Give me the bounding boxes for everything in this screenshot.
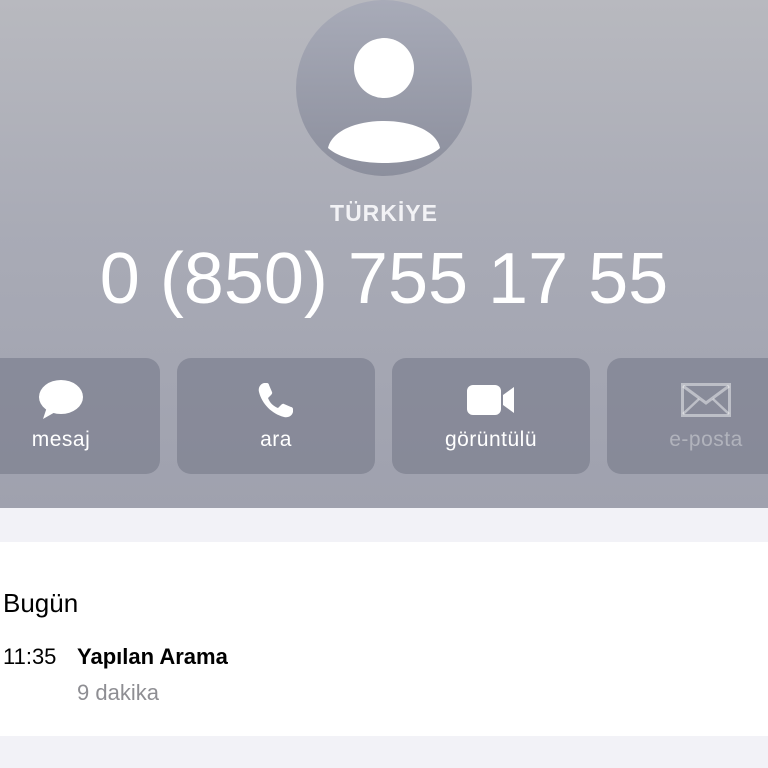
call-entry-time: 11:35: [3, 644, 57, 669]
call-entry-duration: 9 dakika: [77, 680, 159, 705]
call-button-label: ara: [260, 428, 292, 451]
person-silhouette-icon: [328, 38, 440, 163]
message-button-label: mesaj: [31, 428, 91, 451]
bottom-background: [0, 736, 768, 768]
call-history-card: Bugün 11:35 Yapılan Arama 9 dakika: [0, 542, 768, 736]
envelope-icon: [681, 383, 731, 417]
contact-header: TÜRKİYE 0 (850) 755 17 55 mesaj ara görü…: [0, 0, 768, 508]
email-button-label: e-posta: [669, 428, 743, 451]
call-entry-type: Yapılan Arama: [77, 644, 228, 669]
phone-icon: [258, 383, 293, 418]
video-call-button-label: görüntülü: [444, 428, 538, 451]
video-call-button[interactable]: görüntülü: [392, 358, 590, 474]
contact-detail-screen: TÜRKİYE 0 (850) 755 17 55 mesaj ara görü…: [0, 0, 768, 768]
section-separator: [0, 508, 768, 542]
call-history-date-header: Bugün: [3, 588, 79, 618]
contact-avatar: [296, 0, 472, 176]
action-buttons-row: mesaj ara görüntülü e-posta: [0, 358, 768, 474]
contact-country-label: TÜRKİYE: [330, 200, 438, 226]
video-camera-icon: [467, 385, 514, 415]
message-bubble-icon: [39, 380, 83, 419]
email-button[interactable]: e-posta: [607, 358, 768, 474]
message-button[interactable]: mesaj: [0, 358, 160, 474]
call-button[interactable]: ara: [177, 358, 375, 474]
contact-phone-number[interactable]: 0 (850) 755 17 55: [0, 236, 768, 322]
